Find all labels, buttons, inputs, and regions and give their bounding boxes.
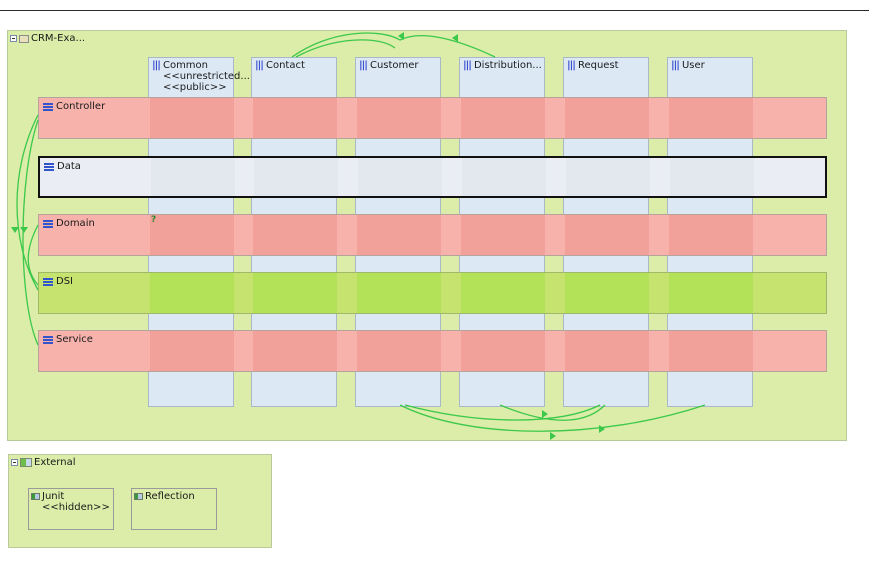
layer-dsi[interactable]: DSI (38, 272, 827, 314)
layer-cell[interactable] (253, 273, 337, 313)
layer-cell[interactable] (462, 158, 546, 196)
package-icon (19, 34, 29, 43)
layer-cell[interactable] (150, 273, 234, 313)
component-stereotype: <<hidden>> (42, 502, 110, 513)
layer-name: Data (57, 161, 81, 172)
external-title: External (34, 457, 76, 468)
column-header: ||| Request (567, 60, 619, 71)
layer-cell[interactable] (150, 215, 234, 255)
package-title: CRM-Exa... (31, 33, 86, 44)
column-slice-icon: ||| (671, 60, 680, 71)
column-stereotype: <<public>> (162, 82, 227, 93)
layer-cell[interactable] (253, 331, 337, 371)
layer-cell[interactable] (150, 331, 234, 371)
column-name: Request (577, 60, 619, 71)
layer-header: Domain (43, 218, 95, 229)
layer-cell[interactable] (669, 273, 753, 313)
warning-marker: ? (151, 215, 157, 225)
collapse-toggle-icon[interactable] (10, 35, 17, 42)
column-name: Contact (265, 60, 305, 71)
layer-name: Controller (56, 101, 106, 112)
layer-icon (43, 102, 53, 111)
top-divider (0, 10, 869, 11)
layer-cell[interactable] (461, 98, 545, 138)
layer-icon (43, 335, 53, 344)
layer-icon (44, 162, 54, 171)
column-slice-icon: ||| (359, 60, 368, 71)
external-package[interactable]: External Junit <<hidden>> Reflection (8, 454, 272, 548)
component-name: Reflection (145, 491, 195, 502)
layer-cell[interactable] (669, 331, 753, 371)
column-name: Common (162, 60, 209, 71)
column-slice-icon: ||| (255, 60, 264, 71)
layer-name: Service (56, 334, 93, 345)
layer-header: DSI (43, 276, 73, 287)
column-header: ||| Contact (255, 60, 305, 71)
layer-cell[interactable] (461, 273, 545, 313)
layer-icon (43, 219, 53, 228)
column-slice-icon: ||| (567, 60, 576, 71)
layer-controller[interactable]: Controller (38, 97, 827, 139)
component-junit[interactable]: Junit <<hidden>> (28, 488, 114, 530)
layer-cell[interactable] (461, 215, 545, 255)
column-header: ||| Common <<unrestricted... <<public>> (152, 60, 250, 93)
layer-cell[interactable] (357, 331, 441, 371)
layer-cell[interactable] (357, 215, 441, 255)
component-icon (31, 493, 40, 500)
layer-cell[interactable] (565, 215, 649, 255)
layer-domain[interactable]: Domain? (38, 214, 827, 256)
component-name: Junit (42, 491, 65, 502)
layer-cell[interactable] (254, 158, 338, 196)
layer-name: DSI (56, 276, 73, 287)
collapse-toggle-icon[interactable] (11, 459, 18, 466)
layer-cell[interactable] (357, 273, 441, 313)
layer-cell[interactable] (253, 98, 337, 138)
layer-cell[interactable] (566, 158, 650, 196)
column-name: User (681, 60, 705, 71)
column-name: Distribution... (473, 60, 542, 71)
layer-data[interactable]: Data (38, 156, 827, 198)
package-header: CRM-Exa... (10, 33, 85, 44)
column-header: ||| Distribution... (463, 60, 542, 71)
layer-name: Domain (56, 218, 95, 229)
external-header: External (11, 457, 76, 468)
layer-cell[interactable] (357, 98, 441, 138)
component-reflection[interactable]: Reflection (131, 488, 217, 530)
layer-service[interactable]: Service (38, 330, 827, 372)
layer-cell[interactable] (150, 98, 234, 138)
column-name: Customer (369, 60, 419, 71)
layer-cell[interactable] (669, 98, 753, 138)
component-icon (134, 493, 143, 500)
layer-cell[interactable] (461, 331, 545, 371)
layer-cell[interactable] (253, 215, 337, 255)
layer-cell[interactable] (565, 273, 649, 313)
column-header: ||| User (671, 60, 705, 71)
column-slice-icon: ||| (463, 60, 472, 71)
layer-icon (43, 277, 53, 286)
layer-header: Data (44, 161, 81, 172)
layer-cell[interactable] (358, 158, 442, 196)
layer-cell[interactable] (151, 158, 235, 196)
column-header: ||| Customer (359, 60, 419, 71)
column-stereotype: <<unrestricted... (162, 71, 250, 82)
layer-cell[interactable] (669, 215, 753, 255)
layer-header: Service (43, 334, 93, 345)
external-package-icon (20, 458, 32, 467)
layer-cell[interactable] (670, 158, 754, 196)
layer-cell[interactable] (565, 331, 649, 371)
layer-cell[interactable] (565, 98, 649, 138)
layer-header: Controller (43, 101, 105, 112)
column-slice-icon: ||| (152, 60, 161, 71)
